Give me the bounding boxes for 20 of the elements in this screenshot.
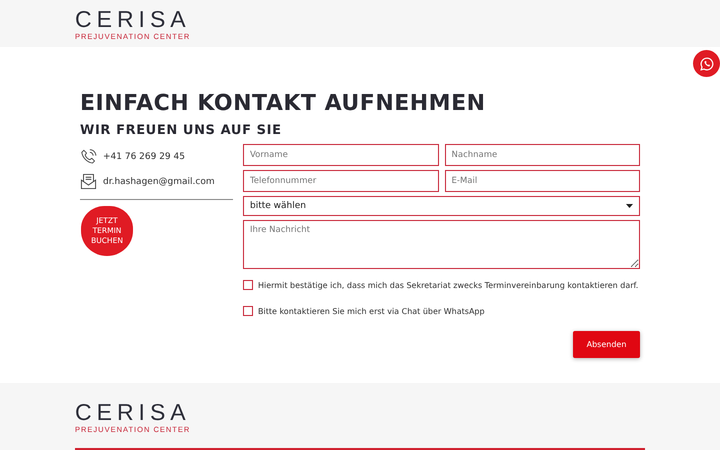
input-field[interactable]: Nachname <box>444 144 640 166</box>
caret-icon <box>626 204 633 208</box>
chat-icon <box>700 56 714 70</box>
phone-icon <box>80 148 97 164</box>
dropdown[interactable]: bitte wählen <box>243 196 640 216</box>
whatsapp-button[interactable] <box>693 50 720 77</box>
checkbox[interactable] <box>243 306 253 316</box>
input-field[interactable]: Vorname <box>243 144 438 166</box>
submit-button[interactable]: Absenden <box>573 331 640 358</box>
envelope-icon <box>80 173 97 190</box>
input-field[interactable]: Telefonnummer <box>243 170 438 192</box>
checkbox-label: Hiermit bestätige ich, dass mich das Sekretariat zwecks Terminvereinbarung kontaktieren darf. <box>258 280 638 290</box>
message-field[interactable]: Ihre Nachricht <box>243 220 640 269</box>
checkbox[interactable] <box>243 280 253 290</box>
page-title: EINFACH KONTAKT AUFNEHMEN <box>80 90 487 118</box>
page-subtitle: WIR FREUEN UNS AUF SIE <box>80 123 283 138</box>
checkbox-label: Bitte kontaktieren Sie mich erst via Chat über WhatsApp <box>258 306 485 316</box>
input-field[interactable]: E-Mail <box>444 170 640 192</box>
email-address: dr.hashagen@gmail.com <box>103 176 215 186</box>
phone-number: +41 76 269 29 45 <box>103 152 185 162</box>
